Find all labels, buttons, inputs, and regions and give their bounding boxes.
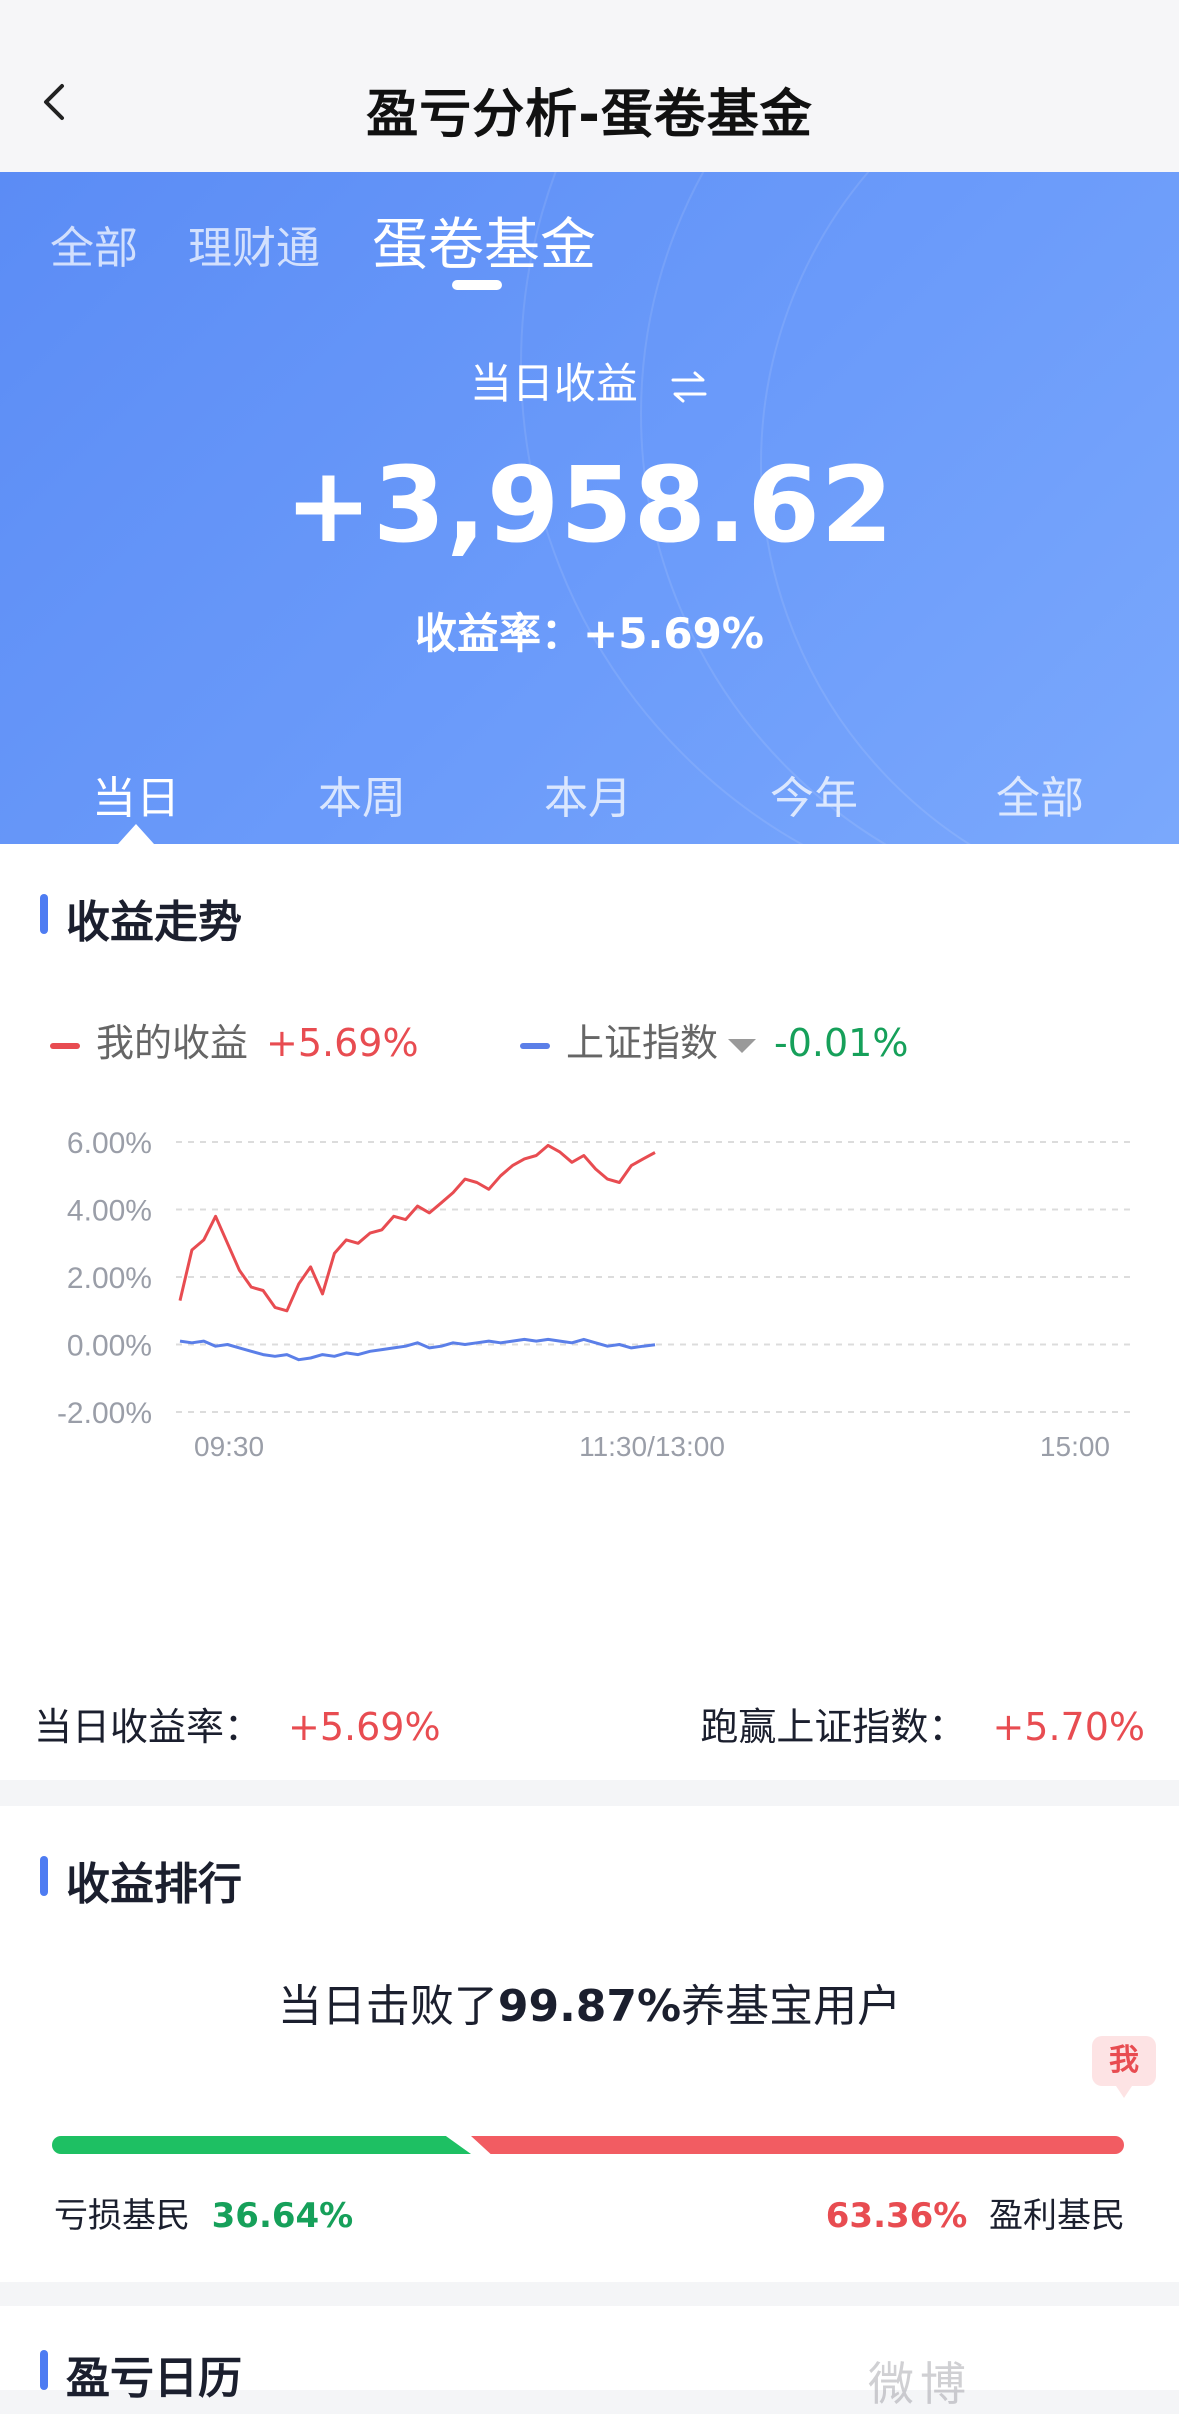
y-tick-label: 6.00% [67, 1127, 152, 1160]
legend-my-profit: 我的收益 +5.69% [50, 1012, 419, 1067]
period-tab-month[interactable]: 本月 [498, 762, 678, 826]
profit-share-bar [471, 2136, 1124, 2154]
profit-rate: 收益率：+5.69% [0, 600, 1179, 661]
period-tab-today[interactable]: 当日 [46, 762, 226, 826]
legend-index-value: -0.01% [774, 1021, 909, 1065]
summary-beat-index-value: +5.70% [992, 1705, 1145, 1749]
profit-users-label: 63.36% 盈利基民 [826, 2188, 1125, 2237]
summary-daily-rate-value: +5.69% [288, 1705, 441, 1749]
profit-trend-card: 收益走势 我的收益 +5.69% 上证指数 -0.01% 6.00% 4.00% 2.0… [0, 844, 1179, 1780]
legend-index: 上证指数 -0.01% [520, 1012, 908, 1067]
profit-calendar-card: 盈亏日历 [0, 2306, 1179, 2404]
x-tick-label: 15:00 [1040, 1431, 1110, 1462]
section-title-trend: 收益走势 [40, 886, 242, 950]
swap-icon[interactable] [669, 370, 709, 404]
tab-licaitong[interactable]: 理财通 [188, 212, 320, 276]
daily-profit-label-text: 当日收益 [469, 359, 638, 408]
ranking-headline: 当日击败了99.87%养基宝用户 [0, 1970, 1179, 2034]
summary-beat-index-label: 跑赢上证指数： [700, 1705, 967, 1749]
y-tick-label: -2.00% [57, 1397, 152, 1430]
daily-profit-label: 当日收益 [0, 350, 1179, 411]
legend-my-profit-value: +5.69% [266, 1021, 419, 1065]
period-tab-all[interactable]: 全部 [950, 762, 1130, 826]
tab-danjuan-fund[interactable]: 蛋卷基金 [372, 200, 596, 281]
daily-profit-amount: +3,958.62 [284, 444, 895, 566]
series-line-my-profit [178, 1143, 656, 1313]
profit-users-pct: 63.36% [825, 2196, 968, 2236]
series-line-index [179, 1337, 656, 1362]
ranking-headline-suffix: 养基宝用户 [681, 1981, 902, 2032]
legend-my-profit-label: 我的收益 [96, 1021, 249, 1065]
profit-trend-chart: 6.00% 4.00% 2.00% 0.00% -2.00% 09:30 11:30/13:… [57, 1127, 1130, 1462]
y-tick-label: 0.00% [67, 1330, 152, 1363]
period-tab-year[interactable]: 今年 [724, 762, 904, 826]
summary-beat-index: 跑赢上证指数： +5.70% [700, 1696, 1145, 1751]
x-tick-label: 11:30/13:00 [579, 1431, 725, 1462]
profit-summary-header: 全部 理财通 蛋卷基金 当日收益 +3,958.62 收益率：+5.69% 当日… [0, 172, 1179, 844]
summary-daily-rate-label: 当日收益率： [34, 1705, 263, 1749]
active-period-caret [118, 824, 154, 844]
loss-users-pct: 36.64% [211, 2196, 354, 2236]
me-marker-badge: 我 [1092, 2036, 1156, 2098]
profit-rate-label: 收益率： [415, 609, 584, 658]
ranking-headline-prefix: 当日击败了 [277, 1981, 498, 2032]
legend-swatch-my-profit [50, 1042, 80, 1049]
tab-all[interactable]: 全部 [50, 212, 138, 276]
legend-swatch-index [520, 1042, 550, 1049]
active-tab-indicator [452, 280, 502, 290]
page-title: 盈亏分析-蛋卷基金 [366, 85, 813, 145]
legend-index-label[interactable]: 上证指数 [566, 1021, 718, 1065]
profit-users-label-text: 盈利基民 [989, 2196, 1125, 2236]
y-tick-label: 4.00% [67, 1195, 152, 1228]
index-dropdown-icon[interactable] [728, 1038, 757, 1053]
loss-users-label-text: 亏损基民 [54, 2196, 190, 2236]
ranking-headline-pct: 99.87% [497, 1981, 682, 2032]
summary-daily-rate: 当日收益率： +5.69% [34, 1696, 441, 1751]
navigation-bar: 盈亏分析-蛋卷基金 [0, 0, 1179, 172]
y-tick-label: 2.00% [67, 1262, 152, 1295]
section-title-calendar: 盈亏日历 [40, 2342, 242, 2406]
section-title-ranking: 收益排行 [40, 1848, 242, 1912]
profit-rate-value: +5.69% [583, 609, 764, 658]
period-tab-week[interactable]: 本周 [272, 762, 452, 826]
x-tick-label: 09:30 [194, 1431, 264, 1462]
loss-share-bar [52, 2136, 471, 2154]
loss-users-label: 亏损基民 36.64% [54, 2188, 353, 2237]
watermark: 微博 [868, 2357, 972, 2411]
profit-ranking-card: 收益排行 当日击败了99.87%养基宝用户 我 亏损基民 36.64% 63.3… [0, 1806, 1179, 2282]
